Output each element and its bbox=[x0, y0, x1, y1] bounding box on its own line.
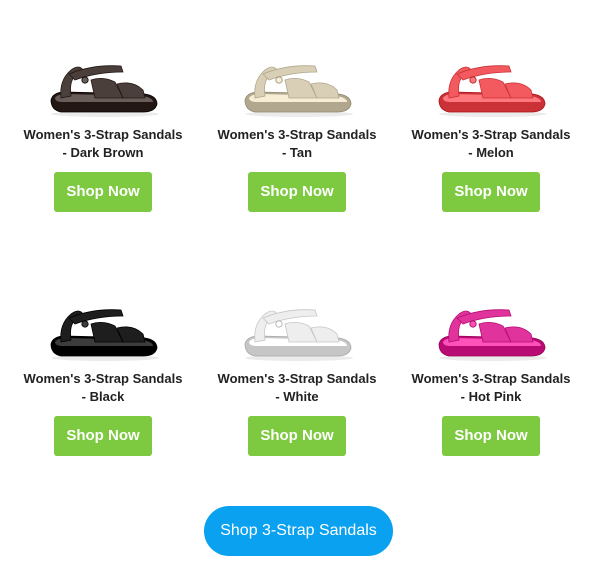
shop-now-button[interactable]: Shop Now bbox=[248, 172, 346, 212]
shop-now-button[interactable]: Shop Now bbox=[54, 416, 152, 456]
product-card: Women's 3-Strap Sandals - Hot Pink Shop N… bbox=[394, 244, 588, 456]
sandal-icon bbox=[438, 65, 547, 117]
product-card: Women's 3-Strap Sandals - Tan Shop Now bbox=[200, 0, 394, 212]
sandal-icon bbox=[50, 309, 159, 361]
shop-now-button[interactable]: Shop Now bbox=[248, 416, 346, 456]
sandal-dark-brown-image[interactable] bbox=[43, 50, 163, 120]
sandal-tan-image[interactable] bbox=[237, 50, 357, 120]
product-card: Women's 3-Strap Sandals - Melon Shop Now bbox=[394, 0, 588, 212]
product-card: Women's 3-Strap Sandals - Dark Brown Shop… bbox=[6, 0, 200, 212]
product-card: Women's 3-Strap Sandals - Black Shop Now bbox=[6, 244, 200, 456]
product-title: Women's 3-Strap Sandals - White bbox=[217, 371, 377, 404]
sandal-icon bbox=[244, 309, 353, 361]
product-title: Women's 3-Strap Sandals - Hot Pink bbox=[411, 371, 571, 404]
sandal-melon-image[interactable] bbox=[431, 50, 551, 120]
shop-now-button[interactable]: Shop Now bbox=[442, 172, 540, 212]
shop-now-button[interactable]: Shop Now bbox=[54, 172, 152, 212]
sandal-icon bbox=[50, 65, 159, 117]
product-title: Women's 3-Strap Sandals - Melon bbox=[411, 127, 571, 160]
sandal-white-image[interactable] bbox=[237, 294, 357, 364]
shop-3-strap-sandals-button[interactable]: Shop 3-Strap Sandals bbox=[204, 506, 393, 556]
sandal-icon bbox=[438, 309, 547, 361]
product-title: Women's 3-Strap Sandals - Tan bbox=[217, 127, 377, 160]
sandal-black-image[interactable] bbox=[43, 294, 163, 364]
sandal-icon bbox=[244, 65, 353, 117]
product-title: Women's 3-Strap Sandals - Dark Brown bbox=[23, 127, 183, 160]
sandal-hot-pink-image[interactable] bbox=[431, 294, 551, 364]
product-card: Women's 3-Strap Sandals - White Shop Now bbox=[200, 244, 394, 456]
shop-now-button[interactable]: Shop Now bbox=[442, 416, 540, 456]
product-title: Women's 3-Strap Sandals - Black bbox=[23, 371, 183, 404]
